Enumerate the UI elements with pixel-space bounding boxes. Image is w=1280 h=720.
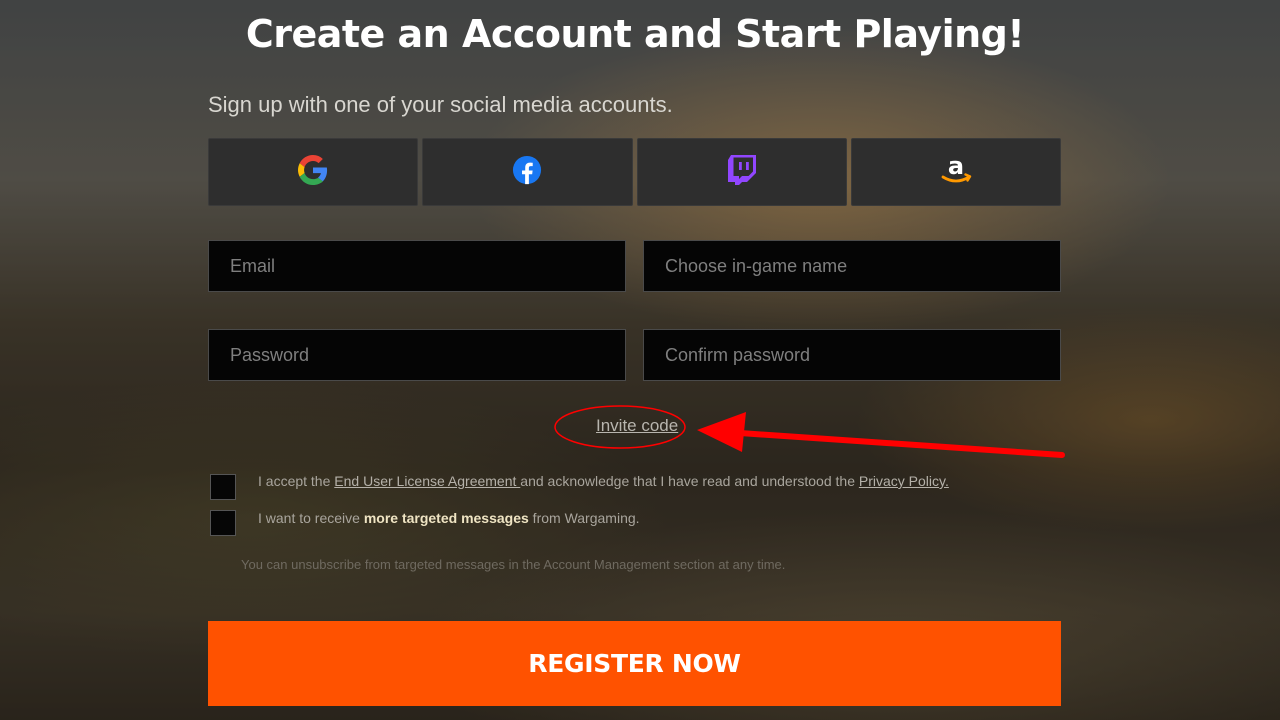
privacy-policy-link[interactable]: Privacy Policy. bbox=[859, 473, 949, 489]
password-field[interactable] bbox=[208, 329, 626, 381]
google-icon bbox=[298, 154, 328, 190]
facebook-signup-button[interactable] bbox=[422, 138, 633, 206]
email-field[interactable] bbox=[208, 240, 626, 292]
amazon-signup-button[interactable]: a bbox=[850, 138, 1061, 206]
page-title: Create an Account and Start Playing! bbox=[245, 12, 1025, 56]
marketing-consent-text: I want to receive more targeted messages… bbox=[258, 510, 640, 526]
marketing-highlight-text: more targeted messages bbox=[363, 510, 529, 526]
eula-link[interactable]: End User License Agreement bbox=[334, 473, 520, 489]
svg-text:a: a bbox=[948, 153, 964, 180]
register-now-button[interactable]: REGISTER NOW bbox=[208, 621, 1061, 706]
marketing-prefix-text: I want to receive bbox=[258, 510, 364, 526]
marketing-suffix-text: from Wargaming. bbox=[528, 510, 640, 526]
unsubscribe-note: You can unsubscribe from targeted messag… bbox=[241, 557, 786, 572]
eula-middle-text: and acknowledge that I have read and und… bbox=[520, 473, 859, 489]
twitch-signup-button[interactable] bbox=[636, 138, 847, 206]
eula-checkbox[interactable] bbox=[210, 474, 236, 500]
invite-code-link[interactable]: Invite code bbox=[596, 416, 678, 436]
registration-page: Create an Account and Start Playing! Sig… bbox=[0, 0, 1280, 720]
ingame-name-field[interactable] bbox=[643, 240, 1061, 292]
google-signup-button[interactable] bbox=[208, 138, 419, 206]
amazon-icon: a bbox=[939, 152, 973, 192]
twitch-icon bbox=[727, 154, 756, 190]
social-buttons-row: a bbox=[208, 138, 1061, 206]
confirm-password-field[interactable] bbox=[643, 329, 1061, 381]
marketing-checkbox[interactable] bbox=[210, 510, 236, 536]
eula-agreement-text: I accept the End User License Agreement … bbox=[258, 473, 949, 489]
facebook-icon bbox=[512, 155, 542, 190]
social-signup-subtitle: Sign up with one of your social media ac… bbox=[208, 92, 673, 117]
eula-prefix-text: I accept the bbox=[258, 473, 335, 489]
